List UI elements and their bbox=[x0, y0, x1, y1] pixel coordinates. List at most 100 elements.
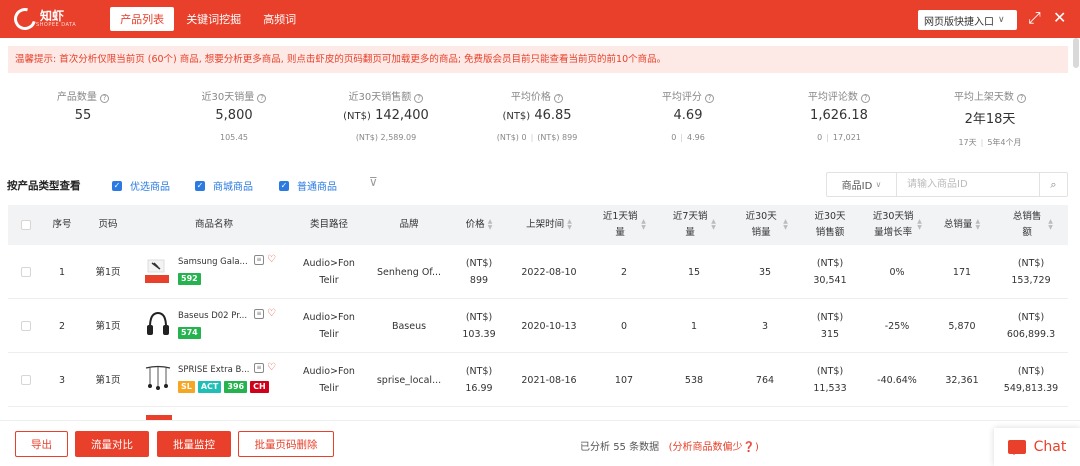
table-row[interactable]: 3 第1页 SPRISE Extra B... ≡ ♡ SL ACT 396 C… bbox=[8, 353, 1068, 407]
currency-unit: (NT$) bbox=[1017, 312, 1045, 323]
select-all-checkbox[interactable] bbox=[18, 205, 34, 245]
search-input[interactable] bbox=[897, 173, 1039, 196]
tab-product-list[interactable]: 产品列表 bbox=[110, 7, 175, 31]
stat-label: 产品数量 bbox=[56, 92, 97, 103]
row-checkbox[interactable] bbox=[18, 299, 34, 353]
heart-icon[interactable]: ♡ bbox=[267, 255, 276, 265]
export-button[interactable]: 导出 bbox=[15, 431, 68, 457]
badge-sl: SL bbox=[178, 381, 195, 393]
sort-icon: ▲ ▼ bbox=[917, 218, 922, 231]
cell-index: 3 bbox=[58, 374, 66, 386]
product-name[interactable]: Baseus D02 Pr... bbox=[178, 311, 247, 321]
product-thumbnail[interactable] bbox=[144, 363, 172, 393]
col-sales1-sortable[interactable]: 近1天销量 ▲ ▼ bbox=[596, 205, 652, 245]
detail-icon[interactable]: ≡ bbox=[254, 309, 264, 319]
cell-total-sales: 32,361 bbox=[945, 374, 979, 386]
checkbox-regular-products[interactable]: ✓ 普通商品 bbox=[279, 178, 337, 193]
product-name[interactable]: SPRISE Extra B... bbox=[178, 365, 249, 375]
traffic-compare-button[interactable]: 流量对比 bbox=[75, 431, 149, 457]
checkbox-icon bbox=[21, 375, 31, 385]
tab-high-frequency-words[interactable]: 高频词 bbox=[253, 7, 306, 31]
stat-label: 平均价格 bbox=[510, 92, 551, 103]
sort-icon: ▲ ▼ bbox=[641, 218, 646, 231]
main-tabs: 产品列表 关键词挖掘 高频词 bbox=[110, 7, 308, 31]
product-actions: ≡ ♡ bbox=[254, 255, 276, 265]
batch-page-delete-button[interactable]: 批量页码删除 bbox=[238, 431, 334, 457]
stat-avg-listed-days: 平均上架天数 ? 2年18天 17天 | 5年4个月 bbox=[915, 88, 1065, 148]
col-listed-sortable[interactable]: 上架时间 ▲ ▼ bbox=[514, 205, 584, 245]
few-products-link[interactable]: (分析商品数偏少❓) bbox=[669, 442, 759, 453]
stat-value: 46.85 bbox=[534, 108, 572, 123]
detail-icon[interactable]: ≡ bbox=[254, 363, 264, 373]
detail-icon[interactable]: ≡ bbox=[254, 255, 264, 265]
checkbox-preferred-products[interactable]: ✓ 优选商品 bbox=[112, 178, 170, 193]
heart-icon[interactable]: ♡ bbox=[267, 363, 276, 373]
help-icon[interactable]: ? bbox=[100, 94, 110, 103]
stat-value: 2年18天 bbox=[964, 112, 1016, 127]
search-box: 商品ID ∨ ⌕ bbox=[826, 172, 1068, 197]
status-prefix: 已分析 bbox=[580, 442, 610, 453]
cell-product: Samsung Gala... ≡ ♡ 592 bbox=[144, 245, 284, 299]
cell-sales30: 35 bbox=[758, 266, 772, 278]
checkbox-mall-products[interactable]: ✓ 商城商品 bbox=[195, 178, 253, 193]
footer-bar: 导出 流量对比 批量监控 批量页码删除 已分析 55 条数据 (分析商品数偏少❓… bbox=[0, 420, 1080, 466]
stat-sub-max: 5年4个月 bbox=[987, 138, 1022, 147]
col-price-sortable[interactable]: 价格 ▲ ▼ bbox=[454, 205, 504, 245]
table-row[interactable]: 1 第1页 Samsung Gala... ≡ ♡ 592 Audio>Fon … bbox=[8, 245, 1068, 299]
table-row-partial[interactable] bbox=[8, 407, 1068, 420]
stats-summary: 产品数量 ? 55 近30天销量 ? 5,800 105.45 近30天销售额 … bbox=[0, 88, 1080, 158]
row-checkbox[interactable] bbox=[18, 245, 34, 299]
cell-sales1: 0 bbox=[620, 320, 628, 332]
help-icon[interactable]: ? bbox=[705, 94, 715, 103]
product-thumbnail[interactable] bbox=[144, 255, 172, 285]
cell-total-sales: 5,870 bbox=[948, 320, 976, 332]
col-total-sales-sortable[interactable]: 总销量 ▲ ▼ bbox=[936, 205, 988, 245]
help-icon[interactable]: ? bbox=[861, 94, 871, 103]
heart-icon[interactable]: ♡ bbox=[267, 309, 276, 319]
close-icon[interactable]: ✕ bbox=[1053, 8, 1066, 28]
stat-sub-value: 105.45 bbox=[220, 133, 248, 142]
scrollbar[interactable] bbox=[1073, 38, 1079, 68]
cell-product: SPRISE Extra B... ≡ ♡ SL ACT 396 CH bbox=[144, 353, 284, 407]
col-growth30-sortable[interactable]: 近30天销量增长率 ▲ ▼ bbox=[868, 205, 926, 245]
stat-sub-max: 17,021 bbox=[832, 133, 861, 142]
search-icon[interactable]: ⌕ bbox=[1039, 173, 1067, 196]
help-icon[interactable]: ? bbox=[1017, 94, 1027, 103]
stat-sub-min: (NT$) 0 bbox=[496, 133, 527, 142]
price-value: 103.39 bbox=[462, 329, 496, 340]
tab-keyword-mining[interactable]: 关键词挖掘 bbox=[176, 7, 251, 31]
sort-icon: ▲ ▼ bbox=[487, 218, 493, 231]
batch-monitor-button[interactable]: 批量监控 bbox=[157, 431, 231, 457]
help-icon[interactable]: ? bbox=[257, 94, 267, 103]
stat-sub-min: 0 bbox=[817, 133, 823, 142]
logo-subtext: SHOPEE DATA bbox=[36, 21, 77, 28]
stat-label: 平均评论数 bbox=[807, 92, 858, 103]
product-thumbnail[interactable] bbox=[144, 309, 172, 339]
row-checkbox[interactable] bbox=[18, 353, 34, 407]
price-value: 16.99 bbox=[465, 383, 493, 394]
cell-brand: sprise_local... bbox=[376, 374, 442, 386]
quick-entry-dropdown[interactable]: 网页版快捷入口 ∨ bbox=[918, 10, 1017, 30]
table-row[interactable]: 2 第1页 Baseus D02 Pr... ≡ ♡ 574 Audio>Fon… bbox=[8, 299, 1068, 353]
stat-unit: (NT$) bbox=[343, 111, 371, 122]
product-name[interactable]: Samsung Gala... bbox=[178, 257, 248, 267]
cell-revenue30: (NT$) 11,533 bbox=[804, 353, 856, 407]
help-icon[interactable]: ? bbox=[414, 94, 424, 103]
col-sales30-sortable[interactable]: 近30天销量 ▲ ▼ bbox=[736, 205, 794, 245]
col-growth30: 近30天销量增长率 bbox=[872, 211, 914, 238]
cell-brand: Senheng Of... bbox=[376, 266, 442, 278]
col-total-revenue-sortable[interactable]: 总销售额 ▲ ▼ bbox=[1002, 205, 1060, 245]
search-field-select[interactable]: 商品ID ∨ bbox=[827, 173, 897, 196]
col-total-sales: 总销量 bbox=[943, 219, 973, 230]
price-value: 899 bbox=[469, 275, 489, 286]
chat-button[interactable]: Chat bbox=[994, 428, 1080, 466]
filter-icon[interactable]: ⊽ bbox=[369, 175, 383, 189]
col-sales7: 近7天销量 bbox=[672, 211, 708, 238]
help-icon[interactable]: ? bbox=[554, 94, 564, 103]
expand-icon[interactable]: ⤢ bbox=[1028, 8, 1041, 28]
checkbox-label: 优选商品 bbox=[130, 182, 170, 193]
stat-sub-max: 4.96 bbox=[686, 133, 705, 142]
col-sales7-sortable[interactable]: 近7天销量 ▲ ▼ bbox=[666, 205, 722, 245]
badge-ch: CH bbox=[250, 381, 269, 393]
product-badges: 592 bbox=[178, 273, 204, 285]
